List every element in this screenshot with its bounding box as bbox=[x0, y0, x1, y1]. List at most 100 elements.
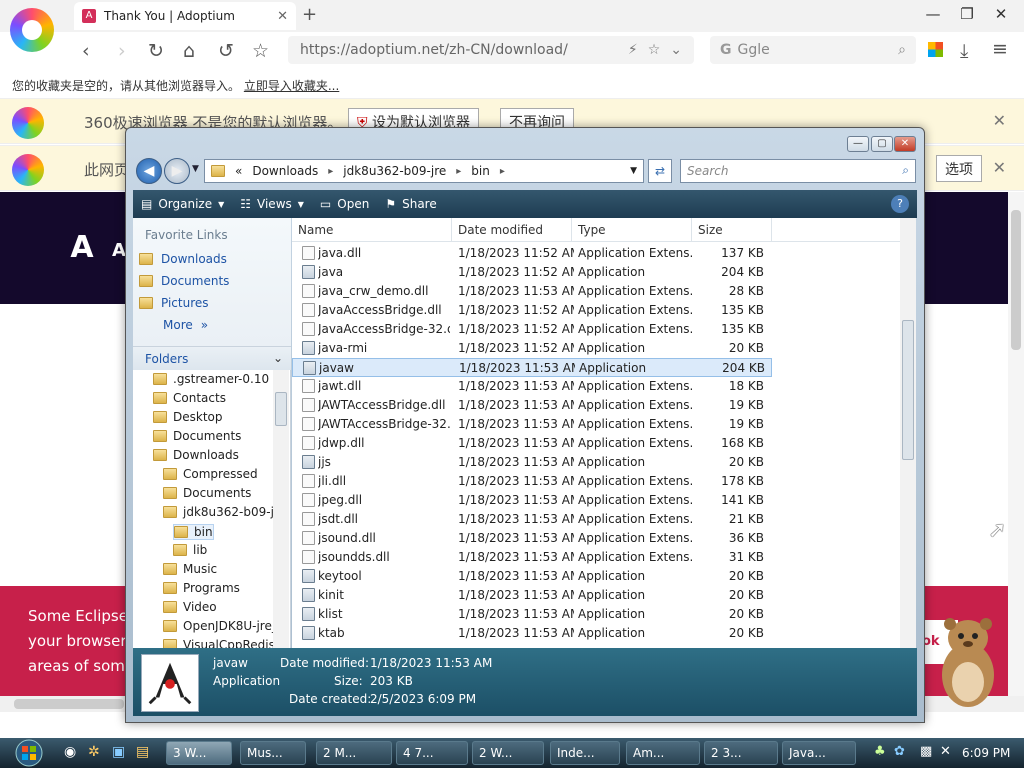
file-row[interactable]: kinit 1/18/2023 11:53 AM Application 20 KB bbox=[292, 586, 772, 605]
scroll-thumb[interactable] bbox=[275, 392, 287, 426]
file-row[interactable]: java_crw_demo.dll 1/18/2023 11:53 AM Appli… bbox=[292, 282, 772, 301]
file-row[interactable]: java-rmi 1/18/2023 11:52 AM Application 20 … bbox=[292, 339, 772, 358]
breadcrumb-downloads[interactable]: Downloads bbox=[252, 164, 318, 178]
taskbar-button[interactable]: Mus... bbox=[240, 741, 306, 765]
favorite-star-icon[interactable]: ☆ bbox=[648, 42, 661, 58]
bookmark-star-icon[interactable]: ☆ bbox=[252, 40, 269, 62]
tree-node[interactable]: Desktop bbox=[153, 410, 223, 424]
share-button[interactable]: ⚑ Share bbox=[377, 197, 444, 211]
file-row[interactable]: jawt.dll 1/18/2023 11:53 AM Application Ex… bbox=[292, 377, 772, 396]
file-row[interactable]: java.dll 1/18/2023 11:52 AM Application Ex… bbox=[292, 244, 772, 263]
fav-link-downloads[interactable]: Downloads bbox=[139, 252, 227, 266]
address-bar[interactable]: https://adoptium.net/zh-CN/download/ ⚡ ☆… bbox=[288, 36, 694, 64]
tree-node[interactable]: OpenJDK8U-jre_x bbox=[163, 619, 285, 633]
chrome-quicklaunch-icon[interactable]: ◉ bbox=[64, 744, 76, 760]
page-scrollbar[interactable] bbox=[1008, 192, 1024, 696]
tree-node[interactable]: .gstreamer-0.10 bbox=[153, 372, 269, 386]
fav-link-pictures[interactable]: Pictures bbox=[139, 296, 209, 310]
column-name[interactable]: Name bbox=[292, 218, 452, 242]
file-row[interactable]: JavaAccessBridge-32.dll 1/18/2023 11:52 A… bbox=[292, 320, 772, 339]
tree-node[interactable]: Downloads bbox=[153, 448, 239, 462]
adoptium-logo-icon[interactable]: A bbox=[64, 230, 100, 266]
chevron-down-icon[interactable]: ▼ bbox=[630, 166, 637, 176]
search-icon[interactable]: ⌕ bbox=[898, 42, 906, 58]
column-date[interactable]: Date modified bbox=[452, 218, 572, 242]
file-row[interactable]: JAWTAccessBridge.dll 1/18/2023 11:53 AM Ap… bbox=[292, 396, 772, 415]
taskbar-button[interactable]: 4 7... bbox=[396, 741, 468, 765]
scroll-thumb[interactable] bbox=[1011, 210, 1021, 350]
file-row[interactable]: keytool 1/18/2023 11:53 AM Application 20 K… bbox=[292, 567, 772, 586]
download-icon[interactable]: ⤓ bbox=[960, 40, 968, 62]
close-icon[interactable]: ✕ bbox=[894, 136, 916, 152]
tree-node[interactable]: Programs bbox=[163, 581, 240, 595]
quicklaunch-icon[interactable]: ✲ bbox=[88, 744, 100, 760]
volume-muted-icon[interactable]: ✕ bbox=[940, 744, 951, 759]
apps-icon[interactable] bbox=[928, 42, 943, 57]
breadcrumb-jdk[interactable]: jdk8u362-b09-jre bbox=[343, 164, 446, 178]
search-box[interactable]: G Ggle ⌕ bbox=[710, 36, 916, 64]
forward-icon[interactable]: ▶ bbox=[164, 158, 190, 184]
taskbar-button[interactable]: Inde... bbox=[550, 741, 620, 765]
tree-node[interactable]: Video bbox=[163, 600, 217, 614]
breadcrumb-bin[interactable]: bin bbox=[471, 164, 490, 178]
minimize-icon[interactable]: — bbox=[918, 5, 948, 23]
browser-tab[interactable]: A Thank You | Adoptium ✕ bbox=[74, 2, 296, 30]
taskbar-button[interactable]: 2 M... bbox=[316, 741, 392, 765]
file-row[interactable]: javaw 1/18/2023 11:53 AM Application 204 KB bbox=[292, 358, 772, 377]
breadcrumb[interactable]: « Downloads ▸ jdk8u362-b09-jre ▸ bin ▸ ▼ bbox=[204, 159, 644, 183]
column-type[interactable]: Type bbox=[572, 218, 692, 242]
browser-logo-icon[interactable] bbox=[10, 8, 54, 52]
scroll-thumb[interactable] bbox=[14, 699, 124, 709]
recent-pages-icon[interactable]: ▼ bbox=[192, 164, 199, 174]
file-row[interactable]: ktab 1/18/2023 11:53 AM Application 20 KB bbox=[292, 624, 772, 643]
chevron-right-icon[interactable]: ▸ bbox=[456, 166, 461, 177]
infobar-close-icon[interactable]: ✕ bbox=[993, 111, 1006, 130]
file-row[interactable]: jjs 1/18/2023 11:53 AM Application 20 KB bbox=[292, 453, 772, 472]
home-icon[interactable]: ⌂ bbox=[183, 40, 195, 62]
chevron-right-icon[interactable]: ▸ bbox=[328, 166, 333, 177]
file-row[interactable]: jsound.dll 1/18/2023 11:53 AM Application … bbox=[292, 529, 772, 548]
tree-node[interactable]: lib bbox=[173, 543, 207, 557]
help-icon[interactable]: ? bbox=[891, 195, 909, 213]
dropdown-chevron-icon[interactable]: ⌄ bbox=[670, 42, 682, 58]
tray-icon[interactable]: ✿ bbox=[894, 744, 905, 759]
breadcrumb-overflow[interactable]: « bbox=[235, 164, 242, 178]
file-row[interactable]: java 1/18/2023 11:52 AM Application 204 KB bbox=[292, 263, 772, 282]
search-input[interactable]: Search ⌕ bbox=[680, 159, 916, 183]
fav-link-more[interactable]: More» bbox=[163, 318, 208, 332]
fav-link-documents[interactable]: Documents bbox=[139, 274, 229, 288]
tree-node[interactable]: Contacts bbox=[153, 391, 226, 405]
column-size[interactable]: Size bbox=[692, 218, 772, 242]
file-row[interactable]: jli.dll 1/18/2023 11:53 AM Application Ext… bbox=[292, 472, 772, 491]
file-row[interactable]: klist 1/18/2023 11:53 AM Application 20 KB bbox=[292, 605, 772, 624]
reload-icon[interactable]: ↻ bbox=[148, 40, 164, 62]
tree-node[interactable]: Documents bbox=[153, 429, 241, 443]
infobar-close-icon[interactable]: ✕ bbox=[993, 158, 1006, 177]
options-button[interactable]: 选项 bbox=[936, 155, 982, 182]
tray-icon[interactable]: ♣ bbox=[874, 744, 886, 759]
list-scrollbar[interactable] bbox=[900, 218, 916, 648]
views-button[interactable]: ☷ Views ▼ bbox=[232, 197, 312, 211]
file-row[interactable]: jpeg.dll 1/18/2023 11:53 AM Application Ex… bbox=[292, 491, 772, 510]
quicklaunch-icon[interactable]: ▤ bbox=[136, 744, 149, 760]
taskbar-button[interactable]: 2 W... bbox=[472, 741, 544, 765]
taskbar-button[interactable]: Java... bbox=[782, 741, 856, 765]
tree-node[interactable]: Compressed bbox=[163, 467, 258, 481]
forward-icon[interactable]: › bbox=[118, 40, 126, 62]
lightning-icon[interactable]: ⚡ bbox=[628, 42, 638, 58]
search-icon[interactable]: ⌕ bbox=[902, 163, 909, 178]
tree-node[interactable]: bin bbox=[173, 524, 214, 540]
minimize-icon[interactable]: — bbox=[847, 136, 869, 152]
taskbar-button[interactable]: 2 3... bbox=[704, 741, 778, 765]
tree-node[interactable]: Documents bbox=[163, 486, 251, 500]
refresh-icon[interactable]: ⇄ bbox=[648, 159, 672, 183]
open-button[interactable]: ▭ Open bbox=[312, 197, 377, 211]
network-icon[interactable]: ▩ bbox=[920, 744, 932, 759]
file-row[interactable]: jsdt.dll 1/18/2023 11:53 AM Application Ex… bbox=[292, 510, 772, 529]
show-desktop-icon[interactable]: ▣ bbox=[112, 744, 125, 760]
tree-node[interactable]: jdk8u362-b09-jre bbox=[163, 505, 286, 519]
chevron-right-icon[interactable]: ▸ bbox=[500, 166, 505, 177]
taskbar-button[interactable]: 3 W... bbox=[166, 741, 232, 765]
file-row[interactable]: jsoundds.dll 1/18/2023 11:53 AM Applicatio… bbox=[292, 548, 772, 567]
taskbar-button[interactable]: Am... bbox=[626, 741, 700, 765]
